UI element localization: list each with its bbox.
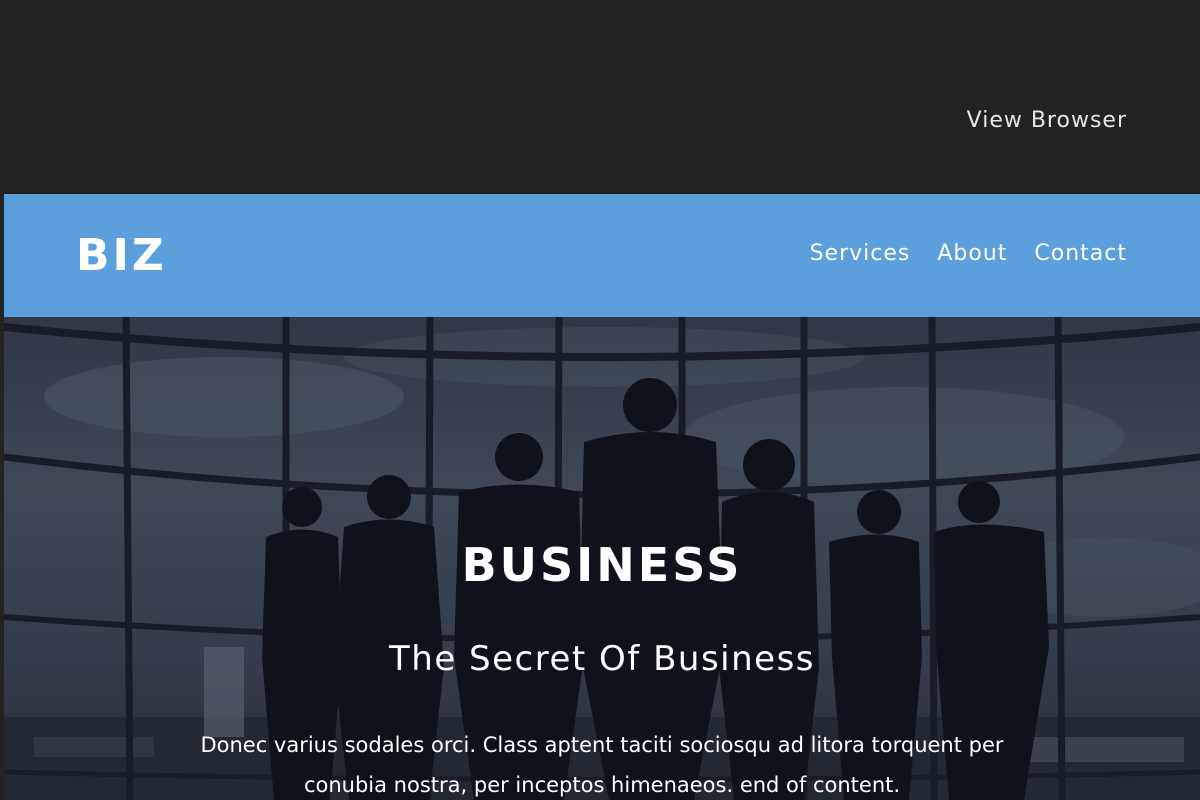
hero-body-text: Donec varius sodales orci. Class aptent … (200, 733, 1004, 797)
hero-title: BUSINESS (461, 538, 743, 592)
nav-link-services[interactable]: Services (810, 240, 911, 268)
top-bar: View Browser (0, 0, 1200, 194)
logo[interactable]: BIZ (76, 228, 167, 284)
view-browser-link[interactable]: View Browser (967, 108, 1127, 133)
nav-links: Services About Contact (810, 240, 1127, 268)
nav-link-about[interactable]: About (937, 240, 1007, 268)
hero-subtitle: The Secret Of Business (389, 639, 815, 679)
navigation-bar: BIZ Services About Contact (4, 194, 1200, 317)
hero-section: BUSINESS The Secret Of Business Donec va… (4, 317, 1200, 800)
nav-link-contact[interactable]: Contact (1034, 240, 1127, 268)
